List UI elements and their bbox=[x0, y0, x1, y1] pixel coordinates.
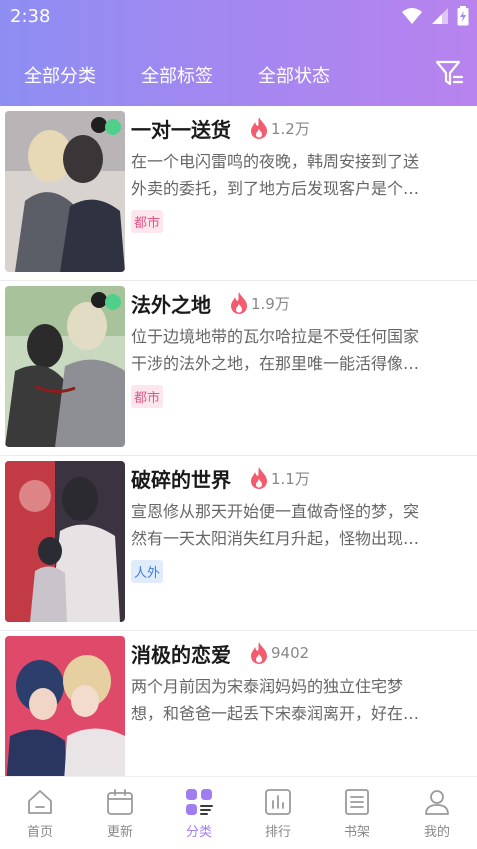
nav-home[interactable]: 首页 bbox=[0, 787, 80, 840]
home-icon bbox=[28, 790, 52, 814]
filter-tags[interactable]: 全部标签 bbox=[141, 62, 213, 88]
book-item[interactable]: 法外之地 1.9万 位于边境地带的瓦尔哈拉是不受任何国家 干涉的法外之地，在那里… bbox=[0, 281, 477, 456]
description-line: 想，和爸爸一起丢下宋泰润离开，好在… bbox=[131, 704, 420, 723]
filter-icon[interactable] bbox=[434, 58, 464, 88]
book-item[interactable]: 消极的恋爱 9402 两个月前因为宋泰润妈妈的独立住宅梦 想，和爸爸一起丢下宋泰… bbox=[0, 631, 477, 776]
book-title[interactable]: 破碎的世界 bbox=[131, 464, 231, 493]
book-description: 宣恩修从那天开始便一直做奇怪的梦，突 然有一天太阳消失红月升起，怪物出现… bbox=[131, 498, 467, 552]
book-title[interactable]: 消极的恋爱 bbox=[131, 639, 231, 668]
flame-icon bbox=[251, 642, 267, 664]
filter-status[interactable]: 全部状态 bbox=[258, 62, 330, 88]
description-line: 两个月前因为宋泰润妈妈的独立住宅梦 bbox=[131, 677, 404, 696]
nav-category[interactable]: 分类 bbox=[159, 787, 239, 840]
cover-image bbox=[5, 286, 125, 447]
book-cover[interactable] bbox=[5, 636, 125, 776]
heat-badge: 1.2万 bbox=[249, 116, 310, 140]
heat-value: 1.9万 bbox=[251, 294, 290, 313]
book-cover[interactable] bbox=[5, 461, 125, 622]
nav-label: 首页 bbox=[26, 825, 53, 840]
heat-value: 9402 bbox=[271, 644, 310, 662]
nav-label: 分类 bbox=[185, 825, 212, 840]
nav-label: 我的 bbox=[423, 825, 450, 840]
nav-label: 排行 bbox=[264, 825, 291, 840]
nav-updates[interactable]: 更新 bbox=[80, 787, 160, 840]
genre-tag[interactable]: 人外 bbox=[131, 560, 164, 583]
bookshelf-icon bbox=[345, 789, 369, 815]
battery-icon bbox=[457, 6, 469, 26]
book-title[interactable]: 一对一送货 bbox=[131, 114, 231, 143]
description-line: 然有一天太阳消失红月升起，怪物出现… bbox=[131, 529, 420, 548]
book-description: 位于边境地带的瓦尔哈拉是不受任何国家 干涉的法外之地，在那里唯一能活得像… bbox=[131, 323, 467, 377]
book-cover[interactable] bbox=[5, 286, 125, 447]
nav-label: 书架 bbox=[343, 825, 370, 840]
genre-tag[interactable]: 都市 bbox=[131, 385, 164, 408]
genre-tag[interactable]: 都市 bbox=[131, 210, 164, 233]
calendar-icon bbox=[107, 789, 133, 815]
header: 2:38 全部分类 全部标签 全部状态 bbox=[0, 0, 477, 106]
filter-bar: 全部分类 全部标签 全部状态 bbox=[0, 50, 477, 96]
book-cover[interactable] bbox=[5, 111, 125, 272]
nav-label: 更新 bbox=[106, 825, 133, 840]
description-line: 宣恩修从那天开始便一直做奇怪的梦，突 bbox=[131, 502, 420, 521]
heat-badge: 1.9万 bbox=[229, 291, 290, 315]
wifi-icon bbox=[402, 8, 422, 24]
status-icons bbox=[401, 6, 469, 26]
filter-category[interactable]: 全部分类 bbox=[24, 62, 96, 88]
book-description: 在一个电闪雷鸣的夜晚，韩周安接到了送 外卖的委托，到了地方后发现客户是个… bbox=[131, 148, 467, 202]
description-line: 外卖的委托，到了地方后发现客户是个… bbox=[131, 179, 420, 198]
cover-image bbox=[5, 461, 125, 622]
profile-icon bbox=[425, 790, 449, 815]
heat-value: 1.1万 bbox=[271, 469, 310, 488]
screen: 2:38 全部分类 全部标签 全部状态 一对一送货 1.2万 在一个电闪雷鸣的夜… bbox=[0, 0, 477, 849]
nav-ranking[interactable]: 排行 bbox=[238, 787, 318, 840]
description-line: 干涉的法外之地，在那里唯一能活得像… bbox=[131, 354, 420, 373]
heat-value: 1.2万 bbox=[271, 119, 310, 138]
book-title[interactable]: 法外之地 bbox=[131, 289, 211, 318]
status-time: 2:38 bbox=[10, 6, 51, 27]
heat-badge: 9402 bbox=[249, 641, 309, 665]
signal-icon bbox=[432, 8, 448, 24]
nav-profile[interactable]: 我的 bbox=[397, 787, 477, 840]
bottom-nav: 首页 更新 分类 排行 书架 我的 bbox=[0, 776, 477, 849]
heat-badge: 1.1万 bbox=[249, 466, 310, 490]
ranking-icon bbox=[265, 789, 291, 815]
book-description: 两个月前因为宋泰润妈妈的独立住宅梦 想，和爸爸一起丢下宋泰润离开，好在… bbox=[131, 673, 467, 727]
nav-bookshelf[interactable]: 书架 bbox=[317, 787, 397, 840]
description-line: 在一个电闪雷鸣的夜晚，韩周安接到了送 bbox=[131, 152, 420, 171]
book-item[interactable]: 破碎的世界 1.1万 宣恩修从那天开始便一直做奇怪的梦，突 然有一天太阳消失红月… bbox=[0, 456, 477, 631]
flame-icon bbox=[231, 292, 247, 314]
flame-icon bbox=[251, 117, 267, 139]
book-item[interactable]: 一对一送货 1.2万 在一个电闪雷鸣的夜晚，韩周安接到了送 外卖的委托，到了地方… bbox=[0, 106, 477, 281]
flame-icon bbox=[251, 467, 267, 489]
book-list: 一对一送货 1.2万 在一个电闪雷鸣的夜晚，韩周安接到了送 外卖的委托，到了地方… bbox=[0, 106, 477, 776]
cover-image bbox=[5, 111, 125, 272]
cover-image bbox=[5, 636, 125, 776]
description-line: 位于边境地带的瓦尔哈拉是不受任何国家 bbox=[131, 327, 420, 346]
status-bar: 2:38 bbox=[0, 0, 477, 34]
category-icon bbox=[186, 789, 213, 815]
